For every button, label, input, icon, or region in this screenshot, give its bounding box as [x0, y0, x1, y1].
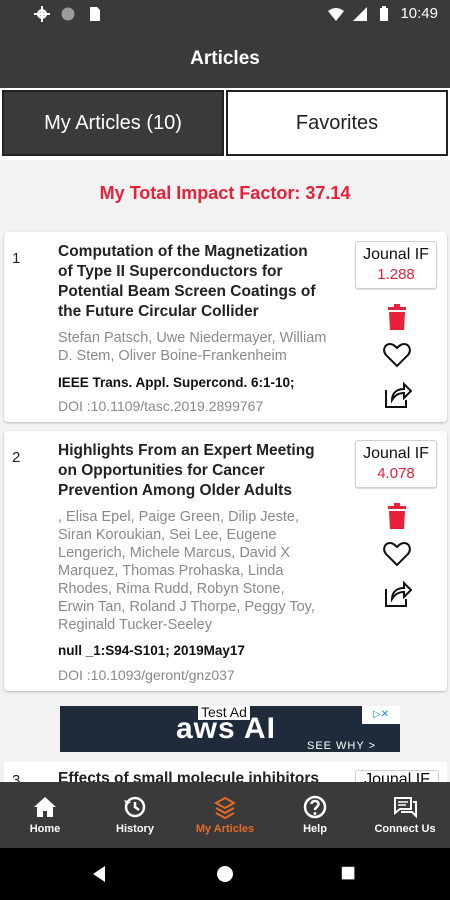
- nav-label: Connect Us: [374, 823, 436, 835]
- battery-icon: [380, 5, 389, 21]
- nav-home[interactable]: Home: [0, 782, 90, 848]
- author-line: Siran Koroukian, Sei Lee, Eugene: [58, 527, 277, 543]
- total-impact-factor: My Total Impact Factor: 37.14: [0, 160, 450, 226]
- journal-if-value: 4.078: [377, 465, 415, 482]
- nav-label: History: [116, 823, 154, 835]
- nav-connect-us[interactable]: Connect Us: [360, 782, 450, 848]
- ad-label: Test Ad: [198, 706, 250, 720]
- ad-cta[interactable]: SEE WHY >: [307, 740, 376, 752]
- delete-icon[interactable]: [382, 501, 412, 531]
- tab-bar: My Articles (10) Favorites: [0, 88, 450, 160]
- my-articles-icon: [213, 796, 237, 820]
- article-number: 1: [12, 250, 21, 267]
- article-doi[interactable]: DOI :10.1093/geront/gnz037: [58, 667, 235, 683]
- share-icon[interactable]: [382, 380, 412, 410]
- nav-label: Help: [303, 823, 327, 835]
- article-title-line: the Future Circular Collider: [58, 303, 259, 320]
- tab-my-articles[interactable]: My Articles (10): [2, 90, 224, 156]
- history-icon: [124, 796, 146, 818]
- article-authors: Stefan Patsch, Uwe Niedermayer, William …: [58, 329, 350, 365]
- journal-if-label: Jounal IF: [363, 445, 429, 462]
- article-card[interactable]: 1 Computation of the Magnetization of Ty…: [4, 232, 447, 422]
- recents-icon[interactable]: [340, 865, 358, 883]
- author-line: Marquez, Thomas Prohaska, Linda: [58, 563, 284, 579]
- article-journal: null _1:S94-S101; 2019May17: [58, 643, 245, 658]
- nav-history[interactable]: History: [90, 782, 180, 848]
- article-number: 2: [12, 449, 21, 466]
- article-title-line: Computation of the Magnetization: [58, 243, 308, 260]
- signal-icon: [353, 6, 368, 21]
- settings-icon: [34, 6, 50, 22]
- journal-if-label: Jounal IF: [363, 246, 429, 263]
- status-bar: 10:49: [0, 0, 450, 30]
- ad-banner[interactable]: aws AI Test Ad SEE WHY > ▷✕: [60, 706, 400, 752]
- article-doi[interactable]: DOI :10.1109/tasc.2019.2899767: [58, 398, 263, 414]
- sd-card-icon: [90, 7, 100, 21]
- bottom-navigation: Home History My Articles Help Connect Us: [0, 782, 450, 848]
- article-authors: , Elisa Epel, Paige Green, Dilip Jeste, …: [58, 508, 350, 634]
- author-line: , Elisa Epel, Paige Green, Dilip Jeste,: [58, 509, 299, 525]
- ad-choices-icon[interactable]: ▷✕: [362, 706, 400, 724]
- favorite-heart-icon[interactable]: [382, 340, 412, 370]
- author-line: Lengerich, Michele Marcus, David X: [58, 545, 291, 561]
- article-journal: IEEE Trans. Appl. Supercond. 6:1-10;: [58, 375, 295, 390]
- article-title[interactable]: Computation of the Magnetization of Type…: [58, 242, 338, 322]
- home-circle-icon[interactable]: [215, 864, 235, 884]
- help-icon: [303, 795, 327, 819]
- tab-favorites[interactable]: Favorites: [226, 90, 448, 156]
- author-line: Stefan Patsch, Uwe Niedermayer, William: [58, 330, 327, 346]
- article-card[interactable]: 2 Highlights From an Expert Meeting on O…: [4, 431, 447, 691]
- nav-my-articles[interactable]: My Articles: [180, 782, 270, 848]
- article-title-line: Potential Beam Screen Coatings of: [58, 283, 316, 300]
- article-title-line: Prevention Among Older Adults: [58, 482, 292, 499]
- article-title[interactable]: Highlights From an Expert Meeting on Opp…: [58, 441, 338, 501]
- journal-if-value: 1.288: [377, 266, 415, 283]
- author-line: Erwin Tan, Roland J Thorpe, Peggy Toy,: [58, 599, 315, 615]
- author-line: Rhodes, Rima Rudd, Robyn Stone,: [58, 581, 285, 597]
- journal-if-box: Jounal IF 4.078: [355, 440, 437, 488]
- nav-label: Home: [29, 823, 61, 835]
- article-title-line: of Type II Superconductors for: [58, 263, 283, 280]
- author-line: Reginald Tucker-Seeley: [58, 617, 212, 633]
- circle-status-icon: [61, 7, 75, 21]
- system-navigation-bar: [0, 848, 450, 900]
- share-icon[interactable]: [382, 579, 412, 609]
- wifi-icon: [328, 7, 345, 21]
- delete-icon[interactable]: [382, 302, 412, 332]
- status-time: 10:49: [400, 5, 438, 22]
- chat-icon: [394, 797, 417, 819]
- journal-if-box: Jounal IF 1.288: [355, 241, 437, 289]
- nav-help[interactable]: Help: [270, 782, 360, 848]
- favorite-heart-icon[interactable]: [382, 539, 412, 569]
- nav-label: My Articles: [195, 823, 255, 835]
- app-bar-title: Articles: [0, 30, 450, 88]
- author-line: D. Stem, Oliver Boine-Frankenheim: [58, 348, 287, 364]
- home-icon: [34, 797, 56, 817]
- article-title-line: Highlights From an Expert Meeting: [58, 442, 315, 459]
- back-icon[interactable]: [90, 864, 110, 884]
- article-title-line: on Opportunities for Cancer: [58, 462, 265, 479]
